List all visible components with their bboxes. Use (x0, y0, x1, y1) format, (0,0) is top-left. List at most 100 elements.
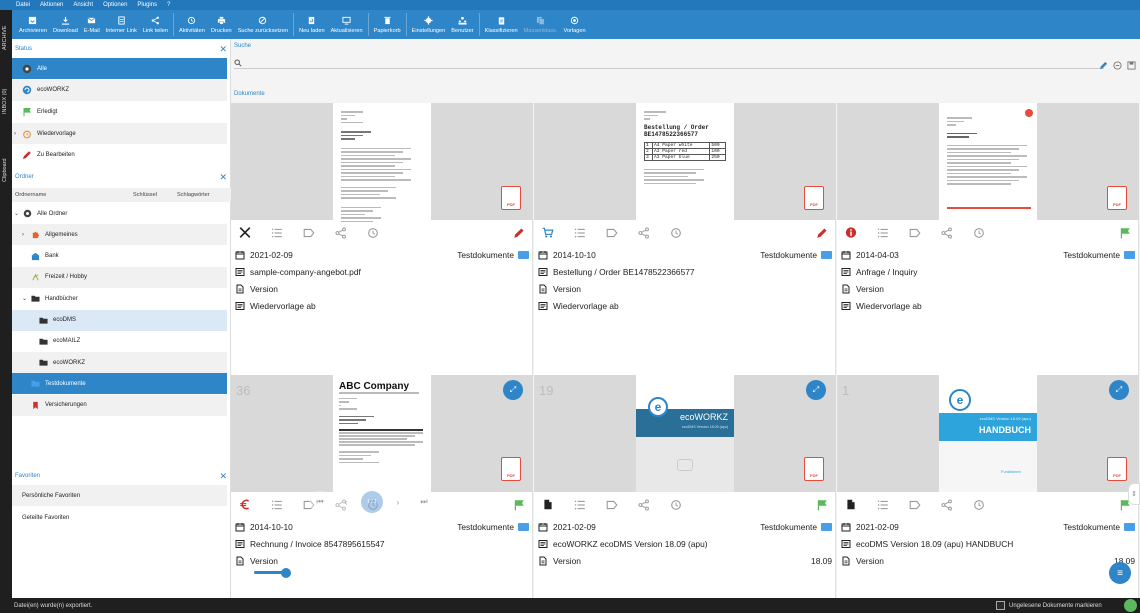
unread-toggle[interactable]: Ungelesene Dokumente markieren (996, 601, 1102, 610)
document-action-button[interactable] (335, 226, 347, 239)
document-title[interactable]: ecoWORKZ ecoDMS Version 18.09 (apu) (553, 539, 708, 549)
menu-item[interactable]: Plugins (137, 2, 157, 8)
folder-item[interactable]: Testdokumente (12, 373, 227, 395)
folder-item[interactable]: ⌄ Handbücher (12, 288, 227, 309)
document-action-button[interactable] (909, 499, 921, 511)
classify-button[interactable]: Klassifizieren (482, 10, 521, 39)
unread-checkbox[interactable] (996, 601, 1005, 610)
column-header-key[interactable]: Schlüssel (133, 192, 157, 198)
document-page-preview[interactable]: e ecoDMS Version 18.09 (apu) HANDBUCH Funkt… (939, 375, 1037, 492)
expand-icon[interactable]: ⤢ (1109, 380, 1129, 400)
document-card[interactable]: 1 e ecoDMS Version 18.09 (apu) HANDBUCH Funk… (837, 373, 1139, 598)
document-flag-button[interactable] (513, 499, 525, 511)
page-indicator[interactable]: 1 / 1 (361, 491, 383, 513)
document-action-button[interactable] (574, 499, 586, 511)
next-page-button[interactable]: › (387, 491, 409, 513)
share-link-button[interactable]: Link teilen (140, 10, 171, 39)
expand-icon[interactable]: ⤢ (806, 380, 826, 400)
document-thumbnail-area[interactable]: PDF (231, 103, 533, 222)
document-action-button[interactable] (877, 227, 889, 239)
document-folder[interactable]: Testdokumente (760, 250, 832, 260)
document-card[interactable]: 19 e ecoWORKZ ecoDMS Version 18.09 (apu) PDF… (534, 373, 836, 598)
document-action-button[interactable] (909, 227, 921, 239)
menu-item[interactable]: Optionen (103, 2, 127, 8)
chevron-down-icon[interactable]: ⌄ (22, 295, 30, 302)
reset-search-button[interactable]: Suche zurücksetzen (235, 10, 291, 39)
document-state-button[interactable] (239, 227, 251, 239)
folder-item[interactable]: ecoWORKZ (12, 352, 227, 374)
status-item[interactable]: Alle (12, 58, 227, 79)
document-title[interactable]: Anfrage / Inquiry (856, 267, 917, 277)
progress-handle[interactable] (281, 568, 291, 578)
document-folder[interactable]: Testdokumente (457, 522, 529, 532)
document-flag-button[interactable] (1119, 227, 1131, 239)
search-input[interactable] (246, 59, 1046, 66)
refresh-button[interactable]: Aktualisieren (328, 10, 366, 39)
status-item[interactable]: › Wiedervorlage (12, 123, 227, 145)
document-action-button[interactable] (941, 498, 953, 511)
download-button[interactable]: Download (50, 10, 81, 39)
document-flag-button[interactable] (816, 499, 828, 511)
document-title[interactable]: Rechnung / Invoice 8547895615547 (250, 539, 385, 549)
document-page-preview[interactable]: Bestellung / Order BE1478522366577 1 A4 Pap… (636, 103, 734, 220)
folder-item[interactable]: ⌄ Alle Ordner (12, 203, 227, 224)
menu-item[interactable]: Datei (16, 2, 30, 8)
vertical-tab[interactable]: ARCHIVE (0, 26, 12, 90)
document-page-preview[interactable] (939, 103, 1037, 220)
document-card[interactable]: PDF 2021-02-09 Testdokumente sample-company… (231, 103, 533, 373)
document-state-button[interactable] (845, 227, 857, 239)
print-button[interactable]: Drucken (208, 10, 235, 39)
column-header-tags[interactable]: Schlagwörter (177, 192, 210, 198)
document-thumbnail-area[interactable]: PDF (837, 103, 1139, 220)
column-header-name[interactable]: Ordnername (15, 192, 46, 198)
chevron-right-icon[interactable]: › (14, 131, 22, 137)
activities-button[interactable]: Aktivitäten (176, 10, 208, 39)
status-item[interactable]: Erledigt (12, 101, 227, 122)
prev-page-button[interactable]: ‹ (335, 491, 357, 513)
document-state-button[interactable] (239, 499, 251, 511)
folder-item[interactable]: Freizeit / Hobby (12, 266, 227, 288)
document-folder[interactable]: Testdokumente (1063, 522, 1135, 532)
scroll-handle[interactable]: ⇕ (1128, 483, 1140, 505)
document-folder[interactable]: Testdokumente (1063, 250, 1135, 260)
archivieren-button[interactable]: Archivieren (16, 10, 50, 39)
document-page-preview[interactable] (333, 103, 431, 222)
chevron-right-icon[interactable]: › (22, 232, 30, 238)
document-flag-button[interactable] (513, 227, 525, 239)
status-item[interactable]: ecoWORKZ (12, 79, 227, 101)
reload-button[interactable]: Neu laden (296, 10, 328, 39)
favorite-item[interactable]: Geteilte Favoriten (12, 507, 227, 528)
document-card[interactable]: PDF 2014-04-03 Testdokumente Anfrage / Inqu… (837, 103, 1139, 373)
document-page-preview[interactable]: e ecoWORKZ ecoDMS Version 18.09 (apu) (636, 375, 734, 492)
document-action-button[interactable] (973, 499, 985, 511)
document-action-button[interactable] (574, 227, 586, 239)
close-icon[interactable]: ✕ (219, 44, 227, 55)
menu-item[interactable]: Aktionen (40, 2, 63, 8)
document-action-button[interactable] (606, 499, 618, 511)
internal-link-button[interactable]: Interner Link (103, 10, 140, 39)
minus-circle-icon[interactable] (1113, 61, 1122, 70)
settings-button[interactable]: Einstellungen (409, 10, 449, 39)
email-button[interactable]: E-Mail (81, 10, 103, 39)
last-page-button[interactable]: ⏭ (413, 491, 435, 513)
first-page-button[interactable]: ⏮ (309, 491, 331, 513)
document-card[interactable]: 36 ABC Company PDF ⤢ 2014-10-10 Testdokumente… (231, 373, 533, 598)
document-thumbnail-area[interactable]: 19 e ecoWORKZ ecoDMS Version 18.09 (apu) PDF… (534, 375, 836, 492)
bulk-classify-button[interactable]: Massenklass. (521, 10, 561, 39)
folder-item[interactable]: ecoMAILZ (12, 331, 227, 352)
status-item[interactable]: Zu Bearbeiten (12, 145, 227, 166)
menu-item[interactable]: Ansicht (73, 2, 93, 8)
edit-icon[interactable] (1099, 61, 1108, 70)
document-folder[interactable]: Testdokumente (760, 522, 832, 532)
close-icon[interactable]: ✕ (219, 172, 227, 183)
document-state-button[interactable] (542, 227, 554, 239)
folder-item[interactable]: Bank (12, 246, 227, 267)
chevron-down-icon[interactable]: ⌄ (14, 210, 22, 217)
document-action-button[interactable] (638, 498, 650, 511)
vertical-tab[interactable]: INBOX (0) (0, 89, 12, 154)
trash-button[interactable]: Papierkorb (371, 10, 404, 39)
document-flag-button[interactable] (816, 227, 828, 239)
document-action-button[interactable] (877, 499, 889, 511)
menu-item[interactable]: ? (167, 2, 170, 8)
document-state-button[interactable] (845, 499, 857, 511)
